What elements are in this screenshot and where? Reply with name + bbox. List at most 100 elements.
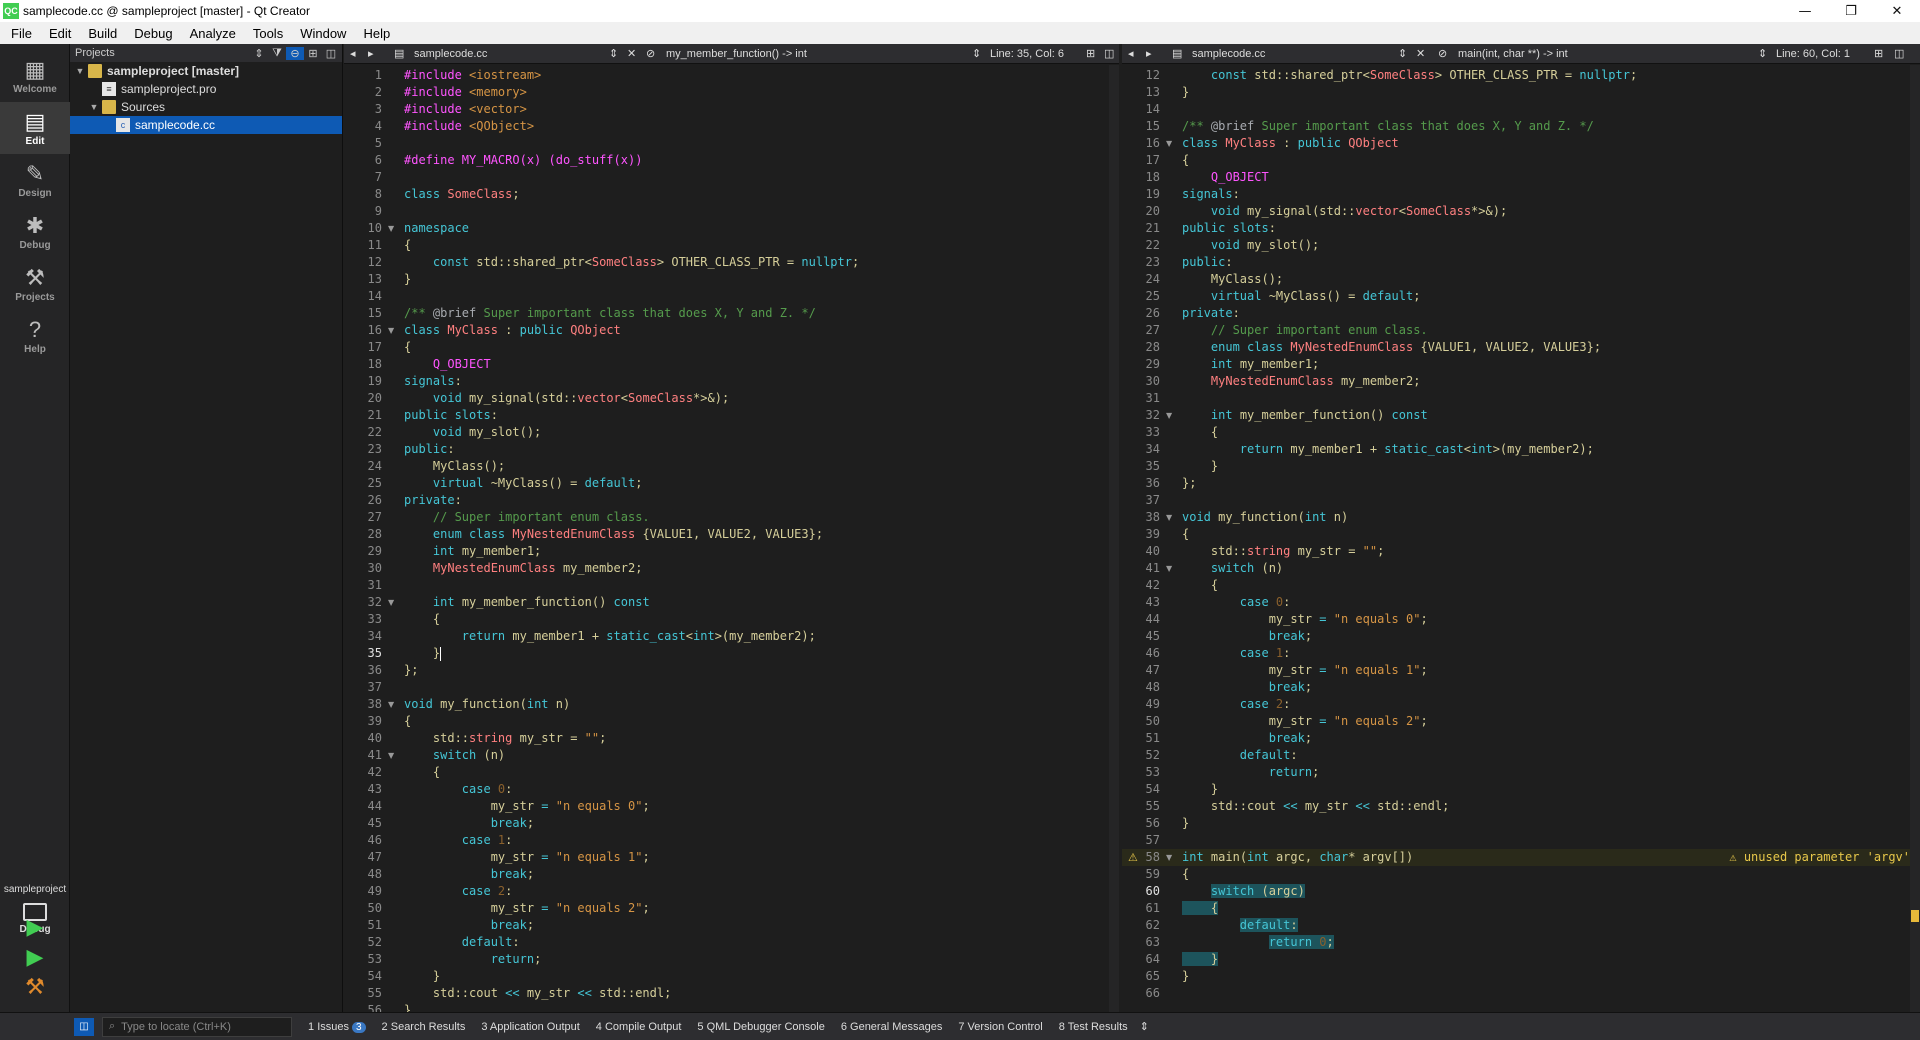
output-pane-general-messages[interactable]: 6 General Messages bbox=[841, 1021, 943, 1033]
toggle-sidebar-button[interactable]: ◫ bbox=[74, 1017, 94, 1036]
code-view[interactable]: 12 const std::shared_ptr<SomeClass> OTHE… bbox=[1122, 65, 1920, 1012]
expand-arrow-icon[interactable]: ▼ bbox=[74, 66, 86, 76]
cursor-position[interactable]: Line: 35, Col: 6 bbox=[990, 44, 1064, 64]
debug-run-button[interactable]: ▶ bbox=[22, 944, 48, 970]
split-icon[interactable]: ⊞ bbox=[304, 47, 322, 60]
fold-arrow-icon[interactable]: ▼ bbox=[388, 322, 394, 339]
code-line: /** @brief Super important class that do… bbox=[1182, 118, 1594, 135]
menu-build[interactable]: Build bbox=[77, 26, 123, 41]
split-editor-icon[interactable]: ⊞ bbox=[1086, 44, 1095, 64]
code-line: } bbox=[1182, 815, 1189, 832]
code-token: ; bbox=[851, 255, 860, 269]
line-number: 33 bbox=[1145, 425, 1160, 439]
forward-icon[interactable]: ▸ bbox=[1146, 44, 1152, 64]
fold-arrow-icon[interactable]: ▼ bbox=[1166, 135, 1172, 152]
menu-tools[interactable]: Tools bbox=[242, 26, 289, 41]
run-button[interactable]: ▶ bbox=[22, 914, 48, 940]
file-dropdown-icon[interactable]: ⇕ bbox=[609, 44, 618, 64]
menu-edit[interactable]: Edit bbox=[38, 26, 77, 41]
menu-analyze[interactable]: Analyze bbox=[179, 26, 242, 41]
output-pane-issues[interactable]: 1 Issues 3 bbox=[308, 1021, 366, 1033]
mode-design[interactable]: ✎ Design bbox=[0, 154, 70, 206]
mode-projects[interactable]: ⚒ Projects bbox=[0, 258, 70, 310]
code-token: break bbox=[1268, 629, 1305, 643]
code-token: ; bbox=[1304, 680, 1313, 694]
mode-welcome[interactable]: ▦ Welcome bbox=[0, 50, 70, 102]
close-split-icon[interactable]: ◫ bbox=[1104, 44, 1114, 64]
output-pane-version-control[interactable]: 7 Version Control bbox=[958, 1021, 1042, 1033]
close-pane-icon[interactable]: ◫ bbox=[322, 47, 340, 60]
code-token: : bbox=[1290, 918, 1298, 932]
panes-dropdown-icon[interactable]: ⇕ bbox=[1140, 1020, 1149, 1033]
menu-help[interactable]: Help bbox=[352, 26, 396, 41]
minimize-icon[interactable]: — bbox=[1782, 0, 1828, 22]
tree-item[interactable]: ≡ sampleproject.pro bbox=[70, 80, 342, 98]
link-icon[interactable]: ⊖ bbox=[286, 46, 304, 60]
line-number: 39 bbox=[1145, 527, 1160, 541]
line-number: 3 bbox=[374, 102, 382, 116]
debug-run-icon: ▶ bbox=[26, 944, 44, 970]
fold-arrow-icon[interactable]: ▼ bbox=[1166, 849, 1172, 866]
filter-icon[interactable]: ⧩ bbox=[268, 47, 286, 60]
line-number: 43 bbox=[367, 782, 382, 796]
file-selector[interactable]: samplecode.cc bbox=[414, 44, 487, 64]
fold-arrow-icon[interactable]: ▼ bbox=[1166, 509, 1172, 526]
output-pane-compile-output[interactable]: 4 Compile Output bbox=[596, 1021, 682, 1033]
projects-panel-header: Projects ⇕ ⧩ ⊖ ⊞ ◫ bbox=[70, 44, 342, 62]
projects-panel-title[interactable]: Projects bbox=[75, 47, 115, 59]
fold-arrow-icon[interactable]: ▼ bbox=[388, 220, 394, 237]
symbol-dropdown-icon[interactable]: ⇕ bbox=[1758, 44, 1767, 64]
mode-edit[interactable]: ▤ Edit bbox=[0, 102, 70, 154]
mode-debug[interactable]: ✱ Debug bbox=[0, 206, 70, 258]
code-view[interactable]: 1 #include <iostream> 2 #include <memory> 3 #… bbox=[344, 65, 1119, 1012]
fold-arrow-icon[interactable]: ▼ bbox=[388, 747, 394, 764]
code-token: my_member1 + bbox=[512, 629, 607, 643]
symbol-selector[interactable]: my_member_function() -> int bbox=[666, 44, 807, 64]
expand-arrow-icon[interactable]: ▼ bbox=[88, 102, 100, 112]
fold-arrow-icon[interactable]: ▼ bbox=[388, 696, 394, 713]
code-line: std::string my_str = ""; bbox=[1182, 543, 1384, 560]
tree-item[interactable]: ▼ sampleproject [master] bbox=[70, 62, 342, 80]
symbol-dropdown-icon[interactable]: ⇕ bbox=[972, 44, 981, 64]
build-button[interactable]: ⚒ bbox=[22, 974, 48, 1000]
file-dropdown-icon[interactable]: ⇕ bbox=[1398, 44, 1407, 64]
back-icon[interactable]: ◂ bbox=[350, 44, 356, 64]
close-icon[interactable]: ✕ bbox=[1874, 0, 1920, 22]
text-cursor bbox=[440, 646, 442, 661]
output-pane-application-output[interactable]: 3 Application Output bbox=[481, 1021, 579, 1033]
maximize-icon[interactable]: ❐ bbox=[1828, 0, 1874, 22]
cursor-position[interactable]: Line: 60, Col: 1 bbox=[1776, 44, 1850, 64]
menu-debug[interactable]: Debug bbox=[123, 26, 178, 41]
output-pane-qml-debugger-console[interactable]: 5 QML Debugger Console bbox=[697, 1021, 824, 1033]
output-pane-test-results[interactable]: 8 Test Results bbox=[1059, 1021, 1128, 1033]
file-selector[interactable]: samplecode.cc bbox=[1192, 44, 1265, 64]
mode-help[interactable]: ? Help bbox=[0, 310, 70, 362]
close-split-icon[interactable]: ◫ bbox=[1894, 44, 1904, 64]
split-editor-icon[interactable]: ⊞ bbox=[1874, 44, 1883, 64]
output-pane-search-results[interactable]: 2 Search Results bbox=[382, 1021, 466, 1033]
forward-icon[interactable]: ▸ bbox=[368, 44, 374, 64]
scrollbar[interactable] bbox=[1910, 65, 1920, 1012]
scrollbar[interactable] bbox=[1109, 65, 1119, 1012]
tree-item[interactable]: ▼ Sources bbox=[70, 98, 342, 116]
line-number: 6 bbox=[374, 153, 382, 167]
fold-arrow-icon[interactable]: ▼ bbox=[388, 594, 394, 611]
tree-item[interactable]: c samplecode.cc bbox=[70, 116, 342, 134]
menu-file[interactable]: File bbox=[0, 26, 38, 41]
dropdown-arrows-icon[interactable]: ⇕ bbox=[250, 47, 268, 60]
code-token: enum class bbox=[1210, 340, 1291, 354]
locator-input[interactable]: ⌕ Type to locate (Ctrl+K) bbox=[102, 1016, 292, 1037]
back-icon[interactable]: ◂ bbox=[1128, 44, 1134, 64]
close-file-icon[interactable]: ✕ bbox=[627, 44, 636, 64]
menu-window[interactable]: Window bbox=[289, 26, 352, 41]
close-file-icon[interactable]: ✕ bbox=[1416, 44, 1425, 64]
symbol-selector[interactable]: main(int, char **) -> int bbox=[1458, 44, 1568, 64]
code-token: ; bbox=[635, 476, 643, 490]
fold-arrow-icon[interactable]: ▼ bbox=[1166, 407, 1172, 424]
code-token: : bbox=[1225, 255, 1233, 269]
fold-arrow-icon[interactable]: ▼ bbox=[1166, 560, 1172, 577]
